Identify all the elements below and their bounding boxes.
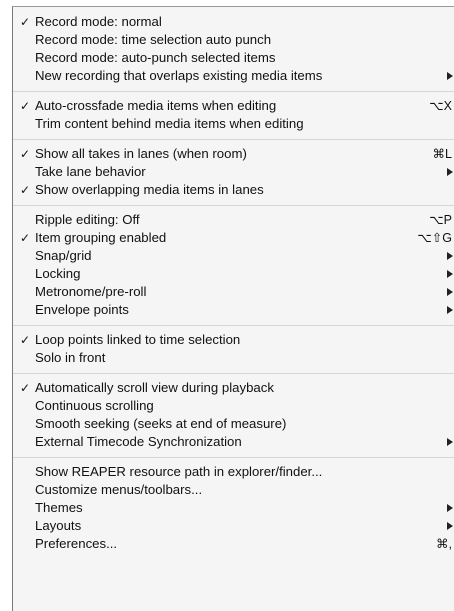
- menu-item-label: Record mode: time selection auto punch: [35, 32, 272, 47]
- menu-item-label: Show all takes in lanes (when room): [35, 146, 247, 161]
- keyboard-shortcut: ⌘,: [436, 537, 452, 551]
- menu-item-label: Metronome/pre-roll: [35, 284, 147, 299]
- menu-item-label: Take lane behavior: [35, 164, 146, 179]
- menu-item-themes[interactable]: Themes: [13, 499, 454, 517]
- menu-item-record-mode-time-selection-auto-punch[interactable]: Record mode: time selection auto punch: [13, 31, 454, 49]
- keyboard-shortcut: ⌥P: [429, 213, 452, 227]
- menu-item-new-recording-that-overlaps-existing-media-items[interactable]: New recording that overlaps existing med…: [13, 67, 454, 85]
- menu-separator: [13, 319, 454, 331]
- menu-separator: [13, 199, 454, 211]
- menu-item-label: Auto-crossfade media items when editing: [35, 98, 277, 113]
- menu-item-snap-grid[interactable]: Snap/grid: [13, 247, 454, 265]
- submenu-arrow-icon: [447, 306, 453, 314]
- menu-item-automatically-scroll-view-during-playback[interactable]: ✓ Automatically scroll view during playba…: [13, 379, 454, 397]
- checkmark-icon: ✓: [19, 147, 31, 161]
- menu-separator: [13, 367, 454, 379]
- submenu-arrow-icon: [447, 72, 453, 80]
- menu-item-label: Envelope points: [35, 302, 129, 317]
- menu-item-item-grouping-enabled[interactable]: ✓ Item grouping enabled ⌥⇧G: [13, 229, 454, 247]
- checkmark-icon: ✓: [19, 333, 31, 347]
- menu-item-label: New recording that overlaps existing med…: [35, 68, 323, 83]
- menu-item-trim-content-behind-media-items-when-editing[interactable]: Trim content behind media items when edi…: [13, 115, 454, 133]
- menu-item-label: Show REAPER resource path in explorer/fi…: [35, 464, 323, 479]
- submenu-arrow-icon: [447, 438, 453, 446]
- menu-item-label: Snap/grid: [35, 248, 92, 263]
- menu-item-external-timecode-synchronization[interactable]: External Timecode Synchronization: [13, 433, 454, 451]
- menu-item-metronome-pre-roll[interactable]: Metronome/pre-roll: [13, 283, 454, 301]
- menu-item-customize-menus-toolbars[interactable]: Customize menus/toolbars...: [13, 481, 454, 499]
- menu-separator: [13, 451, 454, 463]
- menu-item-label: Themes: [35, 500, 83, 515]
- menu-item-envelope-points[interactable]: Envelope points: [13, 301, 454, 319]
- submenu-arrow-icon: [447, 288, 453, 296]
- submenu-arrow-icon: [447, 252, 453, 260]
- menu-separator: [13, 85, 454, 97]
- menu-item-show-overlapping-media-items-in-lanes[interactable]: ✓ Show overlapping media items in lanes: [13, 181, 454, 199]
- menu-item-record-mode-auto-punch-selected-items[interactable]: Record mode: auto-punch selected items: [13, 49, 454, 67]
- menu-item-record-mode-normal[interactable]: ✓ Record mode: normal: [13, 13, 454, 31]
- menu-item-label: Record mode: normal: [35, 14, 162, 29]
- options-menu: ✓ Record mode: normal Record mode: time se…: [12, 6, 454, 611]
- keyboard-shortcut: ⌥X: [429, 99, 452, 113]
- submenu-arrow-icon: [447, 522, 453, 530]
- menu-item-label: Show overlapping media items in lanes: [35, 182, 264, 197]
- keyboard-shortcut: ⌥⇧G: [417, 231, 452, 245]
- menu-item-label: Loop points linked to time selection: [35, 332, 241, 347]
- menu-item-smooth-seeking-seeks-at-end-of-measure[interactable]: Smooth seeking (seeks at end of measure): [13, 415, 454, 433]
- checkmark-icon: ✓: [19, 381, 31, 395]
- menu-item-label: Preferences...: [35, 536, 118, 551]
- menu-item-label: Customize menus/toolbars...: [35, 482, 203, 497]
- menu-item-auto-crossfade-media-items-when-editing[interactable]: ✓ Auto-crossfade media items when editing…: [13, 97, 454, 115]
- menu-item-label: Locking: [35, 266, 81, 281]
- menu-item-layouts[interactable]: Layouts: [13, 517, 454, 535]
- menu-item-label: Trim content behind media items when edi…: [35, 116, 304, 131]
- checkmark-icon: ✓: [19, 15, 31, 29]
- menu-item-label: Layouts: [35, 518, 82, 533]
- keyboard-shortcut: ⌘L: [432, 147, 452, 161]
- menu-item-locking[interactable]: Locking: [13, 265, 454, 283]
- menu-item-take-lane-behavior[interactable]: Take lane behavior: [13, 163, 454, 181]
- submenu-arrow-icon: [447, 270, 453, 278]
- menu-item-label: Record mode: auto-punch selected items: [35, 50, 276, 65]
- menu-item-loop-points-linked-to-time-selection[interactable]: ✓ Loop points linked to time selection: [13, 331, 454, 349]
- menu-item-label: Item grouping enabled: [35, 230, 167, 245]
- menu-separator: [13, 133, 454, 145]
- submenu-arrow-icon: [447, 168, 453, 176]
- menu-item-label: External Timecode Synchronization: [35, 434, 242, 449]
- checkmark-icon: ✓: [19, 231, 31, 245]
- menu-item-ripple-editing-off[interactable]: Ripple editing: Off ⌥P: [13, 211, 454, 229]
- menu-item-show-reaper-resource-path-in-explorer-finder[interactable]: Show REAPER resource path in explorer/fi…: [13, 463, 454, 481]
- menu-item-preferences[interactable]: Preferences... ⌘,: [13, 535, 454, 553]
- menu-item-label: Automatically scroll view during playbac…: [35, 380, 274, 395]
- checkmark-icon: ✓: [19, 99, 31, 113]
- checkmark-icon: ✓: [19, 183, 31, 197]
- menu-item-show-all-takes-in-lanes-when-room[interactable]: ✓ Show all takes in lanes (when room) ⌘L: [13, 145, 454, 163]
- menu-item-solo-in-front[interactable]: Solo in front: [13, 349, 454, 367]
- submenu-arrow-icon: [447, 504, 453, 512]
- menu-item-label: Smooth seeking (seeks at end of measure): [35, 416, 287, 431]
- menu-item-label: Ripple editing: Off: [35, 212, 140, 227]
- menu-item-continuous-scrolling[interactable]: Continuous scrolling: [13, 397, 454, 415]
- menu-item-label: Solo in front: [35, 350, 106, 365]
- menu-item-label: Continuous scrolling: [35, 398, 154, 413]
